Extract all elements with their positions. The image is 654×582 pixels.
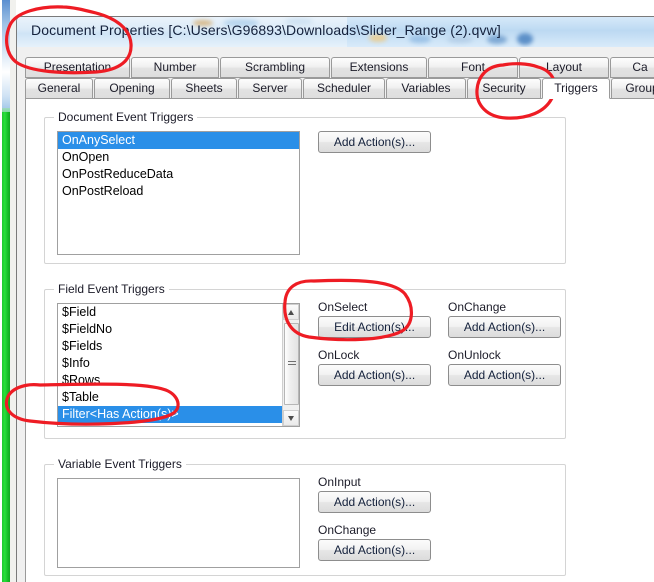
variable-onchange-add-actions-button[interactable]: Add Action(s)... bbox=[318, 539, 431, 561]
dialog-title-path: [C:\Users\G96893\Downloads\Slider_Range … bbox=[168, 22, 501, 38]
document-event-triggers-group: Document Event Triggers OnAnySelect OnOpe… bbox=[44, 110, 566, 264]
triggers-page: Document Event Triggers OnAnySelect OnOpe… bbox=[25, 98, 654, 582]
tab-triggers[interactable]: Triggers bbox=[542, 78, 610, 99]
document-event-triggers-list-inner: OnAnySelect OnOpen OnPostReduceData OnPostR… bbox=[58, 132, 299, 200]
list-item[interactable]: $FieldNo bbox=[58, 321, 282, 338]
document-event-triggers-list[interactable]: OnAnySelect OnOpen OnPostReduceData OnPostR… bbox=[57, 131, 300, 255]
onlock-add-actions-button[interactable]: Add Action(s)... bbox=[318, 364, 431, 386]
tab-row-lower: General Opening Sheets Server Scheduler Varia… bbox=[25, 78, 654, 99]
document-event-triggers-title: Document Event Triggers bbox=[54, 110, 198, 124]
titlebar-artifact bbox=[517, 33, 533, 45]
background-window-green-strip bbox=[2, 112, 10, 582]
tab-number[interactable]: Number bbox=[131, 57, 219, 78]
tab-variables[interactable]: Variables bbox=[386, 78, 466, 99]
tab-row-upper: Presentation Number Scrambling Extensions Fo… bbox=[25, 57, 654, 78]
variable-event-triggers-list[interactable] bbox=[57, 478, 300, 568]
field-event-triggers-list-inner: $Field $FieldNo $Fields $Info $Rows $Table Fil… bbox=[58, 304, 282, 426]
tab-general[interactable]: General bbox=[25, 78, 93, 99]
tab-scrambling[interactable]: Scrambling bbox=[220, 57, 330, 78]
scrollbar-thumb[interactable] bbox=[284, 323, 299, 405]
tab-scheduler[interactable]: Scheduler bbox=[303, 78, 385, 99]
list-item[interactable]: OnPostReload bbox=[58, 183, 299, 200]
dialog-title-app: Document Properties bbox=[31, 22, 165, 38]
field-event-triggers-title: Field Event Triggers bbox=[54, 282, 169, 296]
variable-onchange-label: OnChange bbox=[318, 523, 377, 537]
onselect-edit-actions-button[interactable]: Edit Action(s)... bbox=[318, 316, 431, 338]
screenshot-root: Document Properties [C:\Users\G96893\Dow… bbox=[0, 0, 654, 582]
tab-opening[interactable]: Opening bbox=[94, 78, 170, 99]
list-item[interactable]: $Field bbox=[58, 304, 282, 321]
onchange-label: OnChange bbox=[448, 300, 507, 314]
tab-server[interactable]: Server bbox=[238, 78, 302, 99]
oninput-add-actions-button[interactable]: Add Action(s)... bbox=[318, 491, 431, 513]
dialog-title: Document Properties [C:\Users\G96893\Dow… bbox=[31, 22, 501, 38]
tab-ca[interactable]: Ca bbox=[610, 57, 654, 78]
field-event-triggers-group: Field Event Triggers $Field $FieldNo $Fiel… bbox=[44, 282, 566, 439]
list-item[interactable]: $Info bbox=[58, 355, 282, 372]
list-item[interactable]: Filter<Has Action(s)> bbox=[58, 406, 282, 423]
list-item[interactable]: Revenue bbox=[58, 423, 282, 426]
onunlock-add-actions-button[interactable]: Add Action(s)... bbox=[448, 364, 561, 386]
tab-presentation[interactable]: Presentation bbox=[25, 57, 130, 78]
dialog-titlebar[interactable]: Document Properties [C:\Users\G96893\Dow… bbox=[17, 17, 654, 47]
onunlock-label: OnUnlock bbox=[448, 348, 501, 362]
tab-security[interactable]: Security bbox=[467, 78, 541, 99]
variable-event-triggers-title: Variable Event Triggers bbox=[54, 457, 186, 471]
list-item[interactable]: $Table bbox=[58, 389, 282, 406]
tab-layout[interactable]: Layout bbox=[519, 57, 609, 78]
document-add-actions-button[interactable]: Add Action(s)... bbox=[318, 131, 431, 153]
list-item[interactable]: OnPostReduceData bbox=[58, 166, 299, 183]
tab-font[interactable]: Font bbox=[428, 57, 518, 78]
onlock-label: OnLock bbox=[318, 348, 360, 362]
list-item[interactable]: $Fields bbox=[58, 338, 282, 355]
variable-event-triggers-group: Variable Event Triggers OnInput Add Acti… bbox=[44, 457, 566, 576]
field-event-triggers-list[interactable]: $Field $FieldNo $Fields $Info $Rows $Table Fil… bbox=[57, 303, 300, 427]
scrollbar-grip-icon bbox=[288, 361, 296, 367]
document-properties-dialog: Document Properties [C:\Users\G96893\Dow… bbox=[16, 16, 654, 582]
list-item[interactable]: OnAnySelect bbox=[58, 132, 299, 149]
tab-strip: Presentation Number Scrambling Extensions Fo… bbox=[25, 57, 654, 101]
list-item[interactable]: OnOpen bbox=[58, 149, 299, 166]
tab-groups[interactable]: Groups bbox=[611, 78, 654, 99]
field-list-scrollbar[interactable] bbox=[282, 304, 299, 426]
background-window-blue-strip bbox=[2, 0, 10, 120]
onselect-label: OnSelect bbox=[318, 300, 368, 314]
tab-sheets[interactable]: Sheets bbox=[171, 78, 237, 99]
oninput-label: OnInput bbox=[318, 475, 361, 489]
scroll-down-arrow-icon[interactable] bbox=[283, 410, 299, 426]
onchange-add-actions-button[interactable]: Add Action(s)... bbox=[448, 316, 561, 338]
tab-extensions[interactable]: Extensions bbox=[331, 57, 427, 78]
list-item[interactable]: $Rows bbox=[58, 372, 282, 389]
scroll-up-arrow-icon[interactable] bbox=[283, 304, 299, 320]
